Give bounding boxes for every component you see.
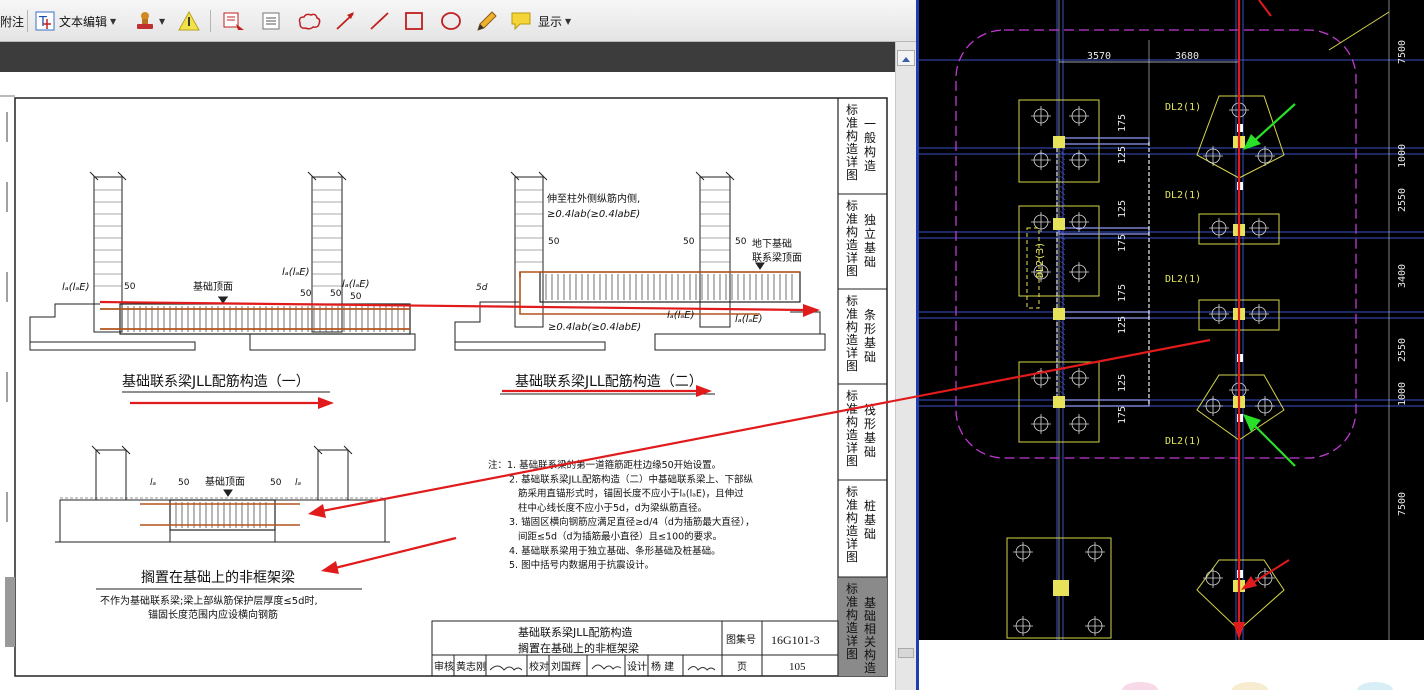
annotation-arrow-cross (321, 338, 1211, 513)
cross-annotation-layer (308, 338, 1211, 518)
bottom-decorative-glow (1122, 682, 1393, 690)
arrow-head-cross (308, 504, 326, 518)
